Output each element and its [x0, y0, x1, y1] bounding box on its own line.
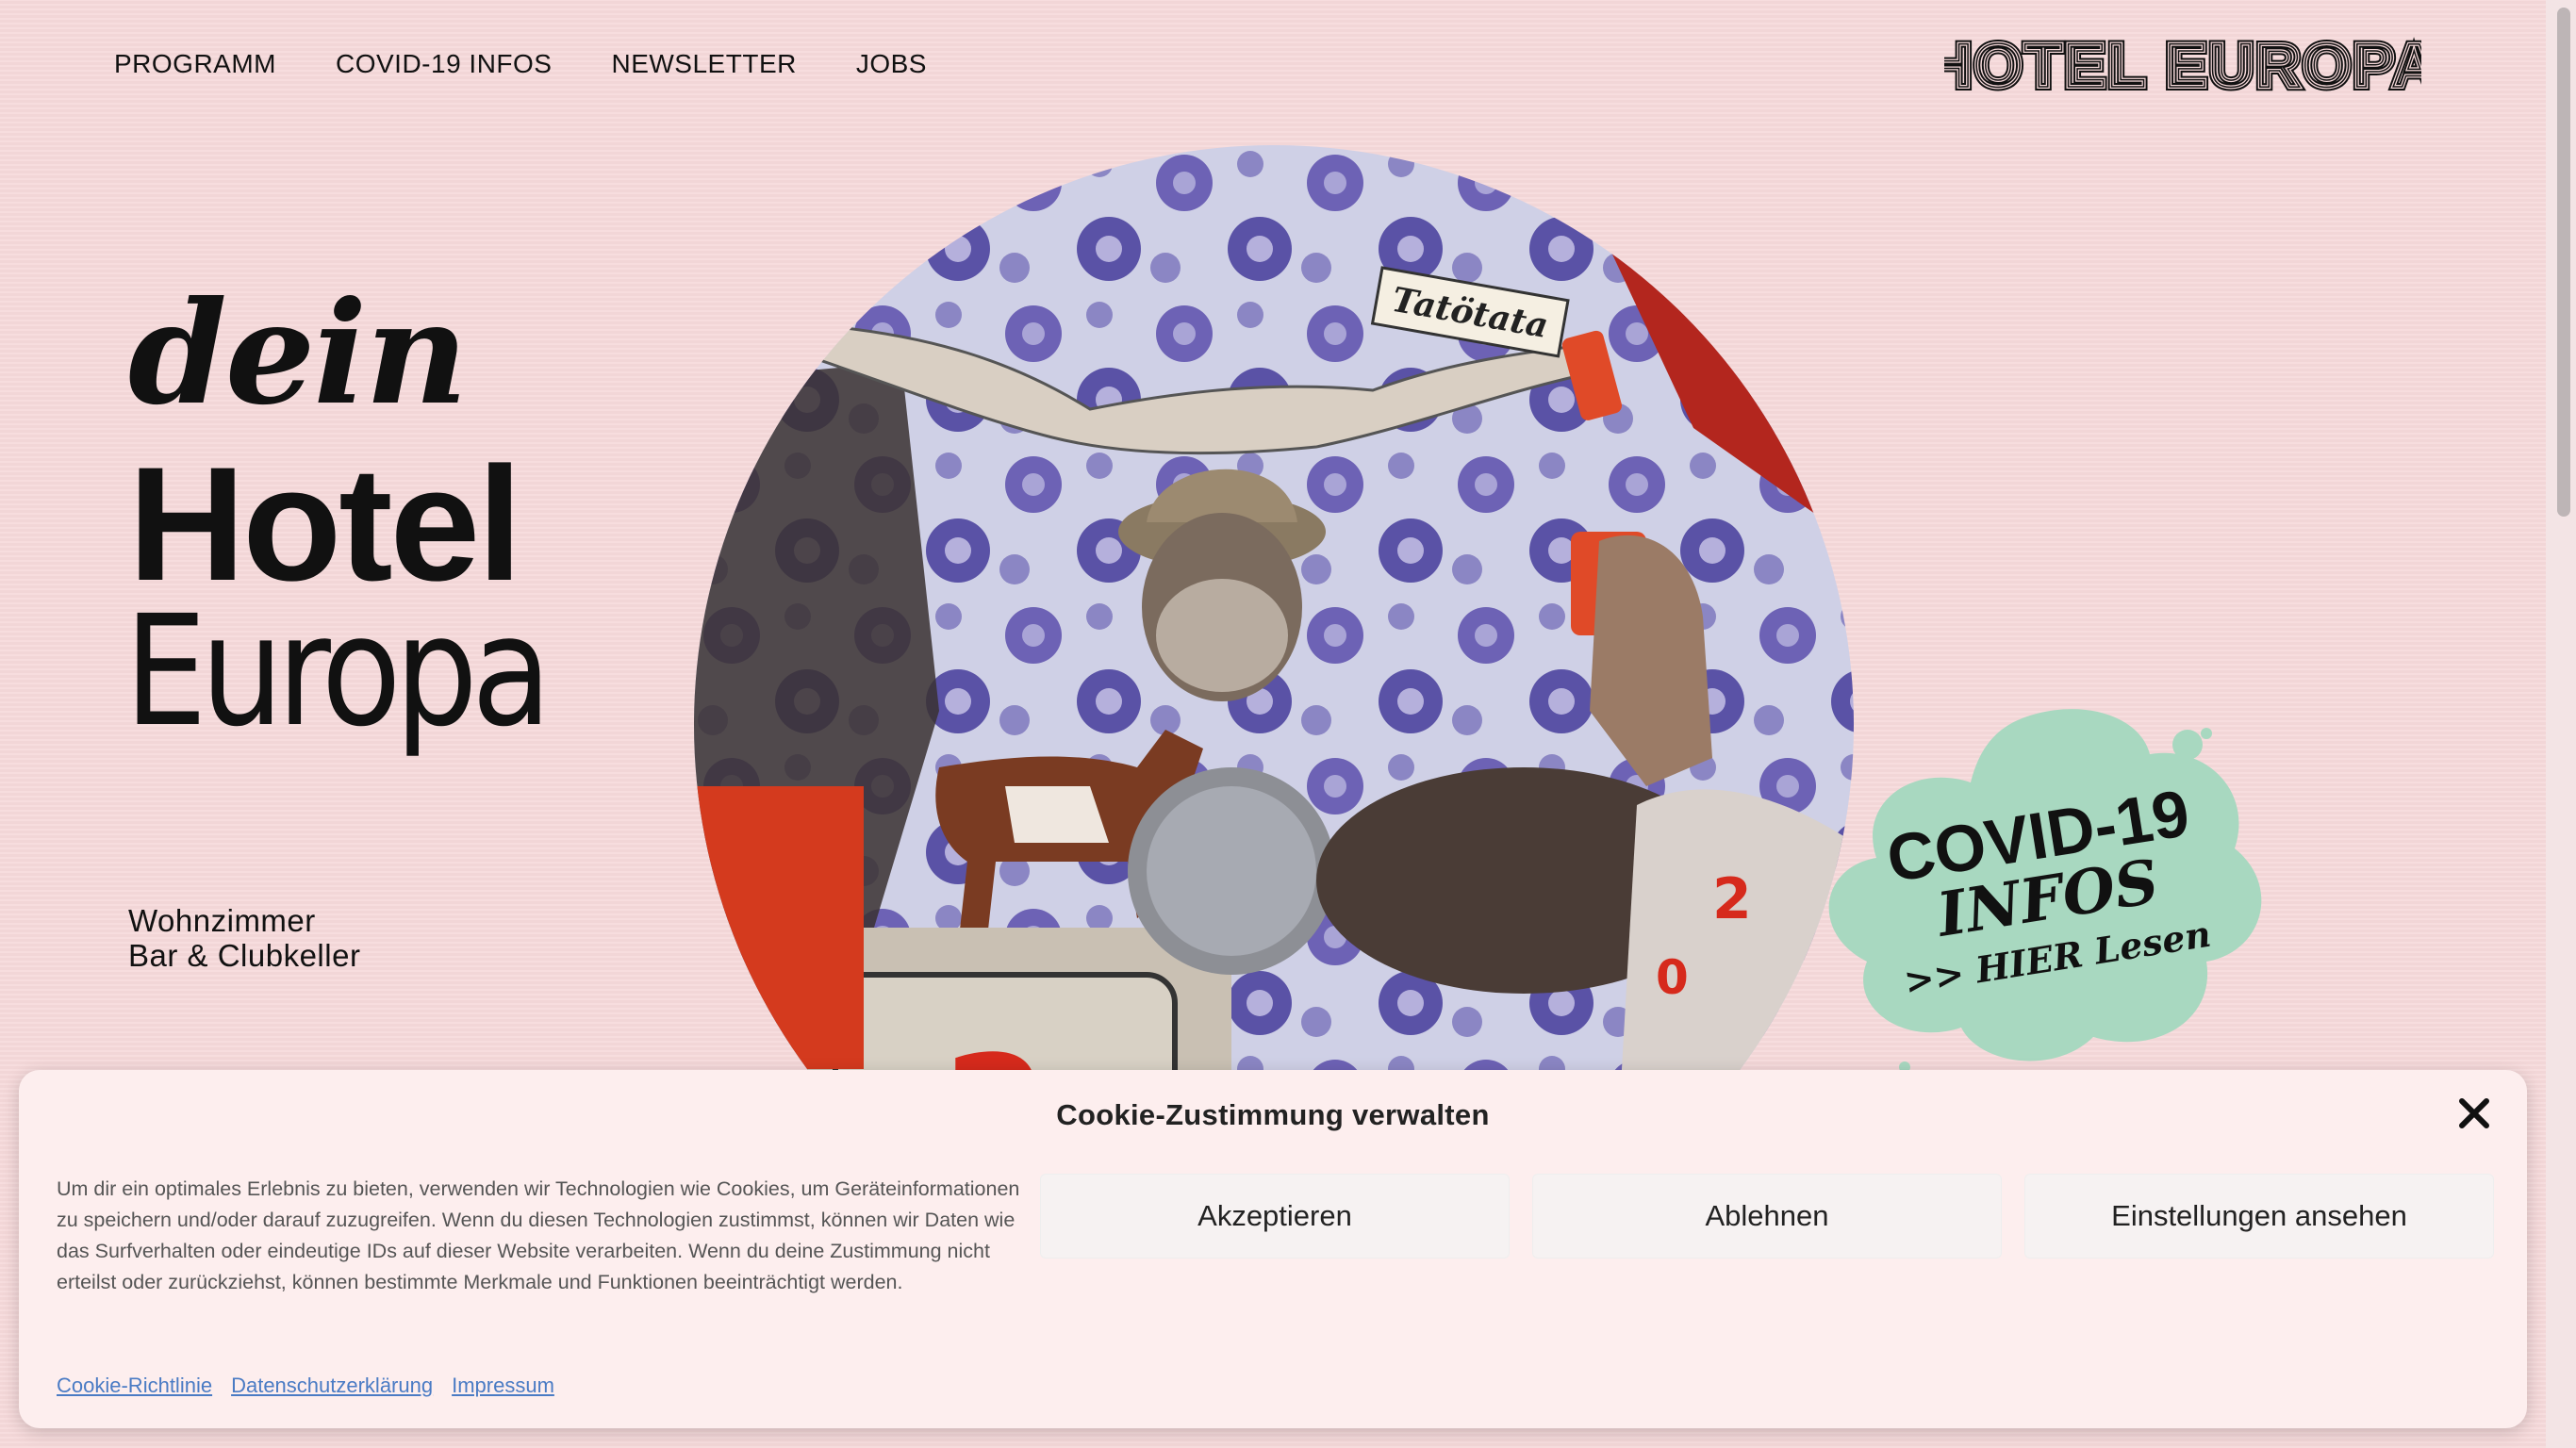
close-icon	[2459, 1098, 2489, 1128]
svg-text:2: 2	[1712, 866, 1752, 932]
cookie-button-group: Akzeptieren Ablehnen Einstellungen anseh…	[1040, 1174, 2494, 1259]
cookie-title: Cookie-Zustimmung verwalten	[1056, 1098, 1490, 1131]
hotel-europa-logo[interactable]: HOTEL EUROPA HOTEL EUROPA HOTEL EUROPA	[1944, 32, 2421, 98]
mint-blob-shape: COVID-19 INFOS >> HIER Lesen	[1828, 709, 2262, 1073]
nav-item-newsletter[interactable]: NEWSLETTER	[611, 49, 796, 79]
subtitle-bar-clubkeller: Bar & Clubkeller	[128, 938, 361, 973]
hero-line-europa: Europa	[124, 584, 552, 761]
imprint-link[interactable]: Impressum	[452, 1374, 554, 1398]
hero-subtitle: Wohnzimmer Bar & Clubkeller	[128, 903, 360, 973]
main-nav: PROGRAMM COVID-19 INFOS NEWSLETTER JOBS	[114, 49, 927, 79]
covid-info-badge[interactable]: COVID-19 INFOS >> HIER Lesen	[1810, 698, 2282, 1075]
hero-line-hotel: Hotel	[128, 434, 522, 615]
cookie-policy-link[interactable]: Cookie-Richtlinie	[57, 1374, 212, 1398]
decline-button[interactable]: Ablehnen	[1532, 1174, 2002, 1259]
close-button[interactable]	[2450, 1089, 2499, 1138]
logo-text-core: HOTEL EUROPA	[1944, 32, 2421, 98]
cookie-links: Cookie-Richtlinie Datenschutzerklärung I…	[57, 1374, 554, 1398]
subtitle-wohnzimmer: Wohnzimmer	[128, 903, 316, 938]
view-settings-button[interactable]: Einstellungen ansehen	[2024, 1174, 2494, 1259]
scrollbar-thumb[interactable]	[2557, 8, 2570, 517]
hero-line-dein: dein	[128, 271, 468, 436]
scrollbar-track[interactable]	[2546, 0, 2576, 1448]
cookie-consent-dialog: Cookie-Zustimmung verwalten Um dir ein o…	[19, 1070, 2527, 1428]
privacy-policy-link[interactable]: Datenschutzerklärung	[231, 1374, 433, 1398]
nav-item-jobs[interactable]: JOBS	[856, 49, 927, 79]
cookie-description: Um dir ein optimales Erlebnis zu bieten,…	[57, 1177, 1020, 1293]
svg-text:0: 0	[1656, 950, 1689, 1005]
nav-item-covid-infos[interactable]: COVID-19 INFOS	[336, 49, 552, 79]
accept-button[interactable]: Akzeptieren	[1040, 1174, 1510, 1259]
nav-item-programm[interactable]: PROGRAMM	[114, 49, 276, 79]
